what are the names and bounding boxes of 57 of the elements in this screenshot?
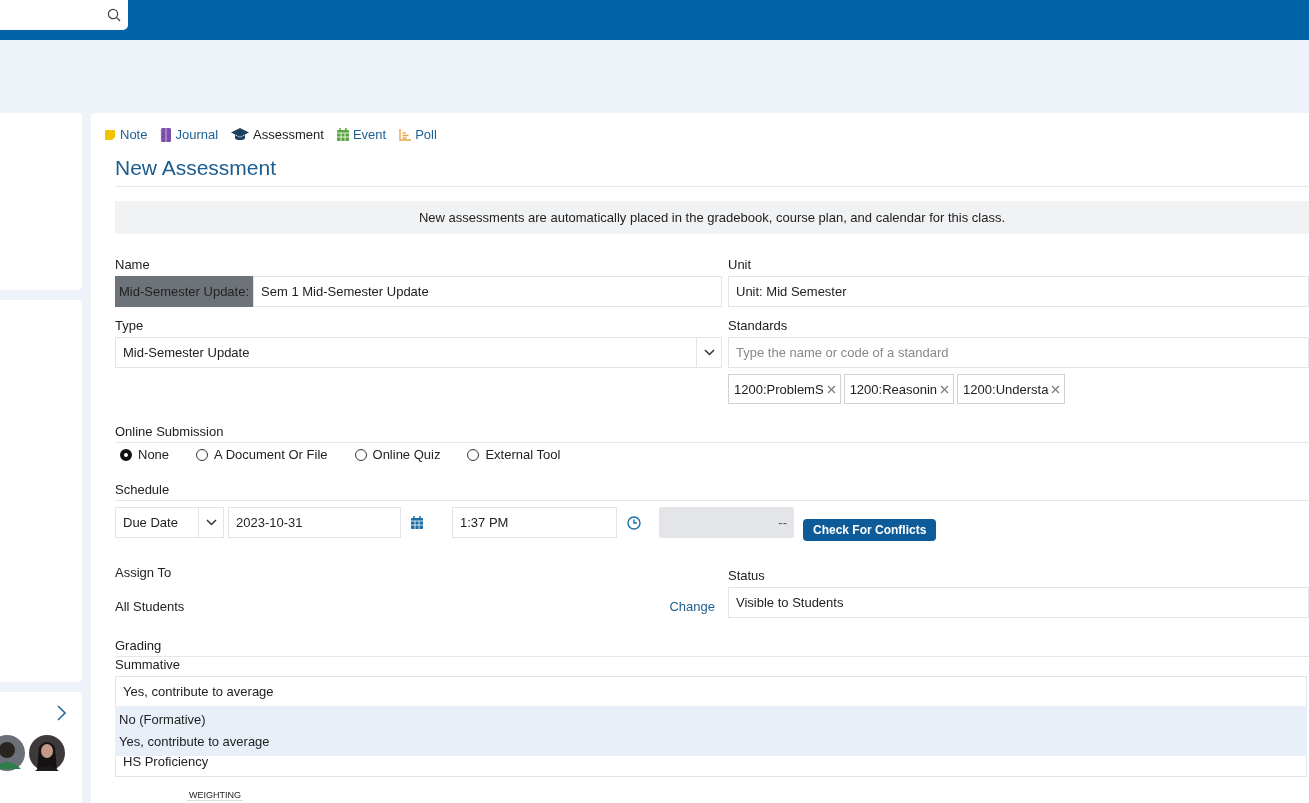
field-label: Unit xyxy=(728,257,753,272)
radio-label: External Tool xyxy=(485,447,561,462)
field-label: Name xyxy=(115,257,151,272)
date-field[interactable]: 2023-10-31 xyxy=(228,507,401,538)
submission-radio[interactable]: External Tool xyxy=(467,447,561,462)
type-select[interactable]: Mid-Semester Update xyxy=(115,337,722,368)
calendar-icon[interactable] xyxy=(411,516,423,529)
field-label: Standards xyxy=(728,318,789,333)
name-field[interactable]: Sem 1 Mid-Semester Update xyxy=(253,276,722,307)
entry-type-tab[interactable]: Journal xyxy=(160,127,219,142)
remove-icon[interactable] xyxy=(826,384,836,394)
radio-label: Online Quiz xyxy=(372,447,441,462)
submission-radio[interactable]: Online Quiz xyxy=(354,447,441,462)
section-label: Online Submission xyxy=(115,424,1309,443)
field-label: Type xyxy=(115,318,145,333)
end-field: -- xyxy=(659,507,794,538)
entry-type-tab[interactable]: Poll xyxy=(399,127,437,142)
search-icon xyxy=(107,8,121,22)
clock-icon[interactable] xyxy=(627,515,641,530)
standard-tag: 1200:ProblemS xyxy=(728,374,841,404)
check-conflicts-button[interactable]: Check For Conflicts xyxy=(803,519,937,541)
dropdown-option[interactable]: No (Formative) xyxy=(115,709,1307,731)
caret-icon xyxy=(205,519,217,526)
graduation-cap-icon xyxy=(231,128,250,141)
caret-icon xyxy=(703,349,715,356)
standard-tag: 1200:Understa xyxy=(957,374,1066,404)
search-field[interactable] xyxy=(0,0,128,30)
remove-icon[interactable] xyxy=(1051,384,1061,394)
standards-field[interactable]: Type the name or code of a standard xyxy=(728,337,1309,368)
form-heading: New Assessment xyxy=(115,156,1309,187)
radio-label: None xyxy=(138,447,170,462)
field-label: Status xyxy=(728,568,766,583)
remove-icon[interactable] xyxy=(940,384,950,394)
entry-type-tab[interactable]: Event xyxy=(336,127,387,142)
info-banner: New assessments are automatically placed in the gradebook, course plan, and calendar for this class. xyxy=(115,201,1309,234)
entry-type-tab[interactable]: Assessment xyxy=(231,127,324,142)
calendar-icon xyxy=(336,128,349,141)
section-label: Grading xyxy=(115,638,1309,657)
status-select[interactable]: Visible to Students xyxy=(728,587,1309,618)
sticky-note-icon xyxy=(104,128,116,141)
section-label: Schedule xyxy=(115,482,1309,501)
assign-value: All Students xyxy=(115,599,185,614)
chevron-right-icon[interactable] xyxy=(57,705,66,721)
name-prefix: Mid-Semester Update: xyxy=(115,276,254,307)
entry-type-tab[interactable]: Note xyxy=(104,127,148,142)
unit-field[interactable]: Unit: Mid Semester xyxy=(728,276,1309,307)
submission-radio[interactable]: None xyxy=(120,447,170,462)
field-label: Assign To xyxy=(115,565,173,580)
change-link[interactable]: Change xyxy=(669,599,715,614)
summative-select[interactable]: Yes, contribute to average xyxy=(115,676,1307,707)
field-label: Summative xyxy=(115,657,182,672)
schedule-type-select[interactable]: Due Date xyxy=(115,507,224,538)
time-field[interactable]: 1:37 PM xyxy=(452,507,617,538)
weighting-label: WEIGHTING xyxy=(187,790,243,801)
standard-tag: 1200:Reasonin xyxy=(843,374,955,404)
bar-chart-icon xyxy=(399,128,412,141)
notebook-icon xyxy=(160,127,172,142)
